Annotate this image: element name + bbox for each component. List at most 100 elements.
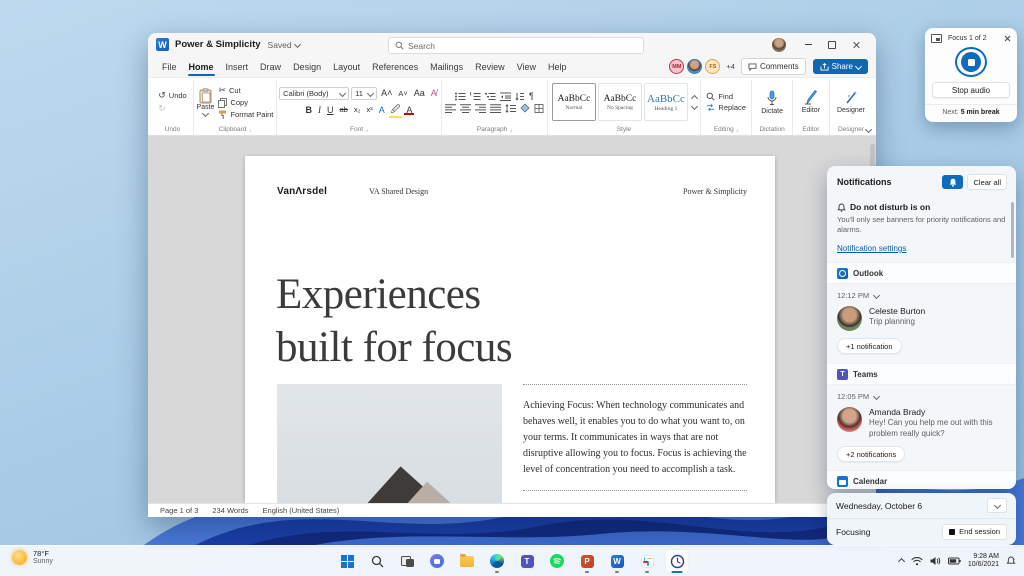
align-center-button[interactable]: [459, 104, 471, 113]
dialog-launcher-icon[interactable]: ⌟: [248, 126, 251, 133]
page-indicator[interactable]: Page 1 of 3: [160, 506, 198, 515]
change-case-button[interactable]: Aa: [412, 88, 427, 98]
undo-button[interactable]: ↺ Undo: [158, 90, 186, 101]
word-button[interactable]: W: [605, 549, 629, 573]
minimize-button[interactable]: [796, 36, 820, 54]
show-formatting-button[interactable]: ¶: [529, 91, 534, 101]
highlight-button[interactable]: 🖉: [389, 102, 403, 118]
outlook-time-row[interactable]: 12:12 PM: [827, 284, 1016, 300]
paste-button[interactable]: Paste: [197, 88, 214, 118]
dictate-button[interactable]: Dictate: [757, 90, 787, 115]
sort-button[interactable]: [515, 92, 525, 101]
align-left-button[interactable]: [444, 104, 456, 113]
chat-button[interactable]: [425, 549, 449, 573]
edge-button[interactable]: [485, 549, 509, 573]
cut-button[interactable]: ✂ Cut: [218, 85, 273, 96]
collaborator-badge[interactable]: MM: [669, 59, 685, 74]
pip-icon[interactable]: [931, 34, 942, 43]
notification-item[interactable]: Amanda Brady Hey! Can you help me out wi…: [827, 401, 1016, 439]
calendar-group-header[interactable]: Calendar: [827, 470, 1016, 489]
document-canvas[interactable]: VanΛrsdel VA Shared Design Power & Simpl…: [148, 136, 876, 503]
shading-button[interactable]: [520, 104, 530, 113]
tab-help[interactable]: Help: [542, 59, 573, 75]
share-button[interactable]: Share: [812, 59, 868, 74]
search-input[interactable]: Search: [388, 37, 644, 54]
account-avatar[interactable]: [772, 37, 786, 52]
doc-image[interactable]: [277, 384, 502, 503]
designer-button[interactable]: Designer: [833, 90, 869, 114]
volume-icon[interactable]: [930, 556, 941, 566]
style-no-spacing[interactable]: AaBbCc No Spacing: [597, 83, 642, 121]
underline-button[interactable]: U: [325, 105, 336, 115]
save-status-dropdown[interactable]: Saved: [268, 40, 301, 50]
redo-button[interactable]: ↻: [158, 103, 186, 114]
audio-stop-button[interactable]: [955, 47, 987, 78]
line-spacing-button[interactable]: [505, 104, 516, 113]
dialog-launcher-icon[interactable]: ⌟: [509, 126, 512, 133]
tray-overflow-chevron[interactable]: [897, 557, 905, 565]
clear-formatting-button[interactable]: A̸: [429, 88, 439, 98]
style-normal[interactable]: AaBbCc Normal: [551, 83, 596, 121]
expand-calendar-button[interactable]: [987, 498, 1007, 513]
collaborator-avatar[interactable]: [687, 59, 703, 74]
teams-time-row[interactable]: 12:05 PM: [827, 385, 1016, 401]
decrease-indent-button[interactable]: [500, 92, 512, 101]
find-button[interactable]: Find: [706, 92, 746, 101]
collaborator-badge[interactable]: FS: [705, 59, 721, 74]
file-explorer-button[interactable]: [455, 549, 479, 573]
multilevel-list-button[interactable]: [485, 92, 496, 101]
dialog-launcher-icon[interactable]: ⌟: [365, 126, 368, 133]
powerpoint-button[interactable]: P: [575, 549, 599, 573]
tab-insert[interactable]: Insert: [220, 59, 255, 75]
clock-app-button[interactable]: [665, 549, 689, 573]
tab-home[interactable]: Home: [183, 59, 220, 76]
text-effects-button[interactable]: A: [377, 105, 387, 115]
outlook-group-header[interactable]: Outlook: [827, 262, 1016, 284]
comments-button[interactable]: Comments: [740, 58, 806, 75]
teams-button[interactable]: T: [515, 549, 539, 573]
tab-mailings[interactable]: Mailings: [424, 59, 469, 75]
battery-icon[interactable]: [947, 557, 961, 565]
style-gallery-down[interactable]: [690, 102, 698, 110]
tab-file[interactable]: File: [156, 59, 183, 75]
panel-scrollbar[interactable]: [1011, 202, 1014, 258]
clear-all-button[interactable]: Clear all: [967, 174, 1007, 190]
tab-view[interactable]: View: [511, 59, 542, 75]
tab-design[interactable]: Design: [287, 59, 327, 75]
subscript-button[interactable]: x₂: [352, 105, 363, 114]
font-color-button[interactable]: A: [404, 105, 414, 115]
tab-layout[interactable]: Layout: [327, 59, 366, 75]
taskbar-search-button[interactable]: [365, 549, 389, 573]
font-size-select[interactable]: 11: [351, 86, 378, 100]
italic-button[interactable]: I: [316, 105, 323, 115]
word-count[interactable]: 234 Words: [212, 506, 248, 515]
notification-item[interactable]: Celeste Burton Trip planning: [827, 300, 1016, 331]
superscript-button[interactable]: x²: [365, 105, 375, 114]
dialog-launcher-icon[interactable]: ⌟: [736, 126, 739, 133]
do-not-disturb-toggle[interactable]: [942, 175, 964, 189]
tab-review[interactable]: Review: [469, 59, 511, 75]
teams-group-header[interactable]: T Teams: [827, 363, 1016, 385]
end-session-button[interactable]: End session: [942, 523, 1007, 540]
copy-button[interactable]: Copy: [218, 97, 273, 108]
numbered-list-button[interactable]: [470, 91, 481, 101]
close-button[interactable]: [844, 36, 868, 54]
tab-draw[interactable]: Draw: [254, 59, 287, 75]
maximize-button[interactable]: [820, 36, 844, 54]
language-indicator[interactable]: English (United States): [263, 506, 340, 515]
bullet-list-button[interactable]: [455, 92, 466, 101]
document-page[interactable]: VanΛrsdel VA Shared Design Power & Simpl…: [245, 156, 775, 503]
more-notifications-pill[interactable]: +2 notifications: [837, 446, 906, 462]
font-family-select[interactable]: Calibri (Body): [279, 86, 350, 100]
close-icon[interactable]: [1004, 35, 1011, 42]
borders-button[interactable]: [534, 104, 544, 113]
bold-button[interactable]: B: [304, 105, 315, 115]
style-gallery-up[interactable]: [690, 94, 698, 102]
tab-references[interactable]: References: [366, 59, 424, 75]
shrink-font-button[interactable]: A˅: [396, 89, 409, 98]
notification-settings-link[interactable]: Notification settings: [837, 244, 1006, 253]
tray-clock[interactable]: 9:28 AM 10/6/2021: [968, 553, 999, 570]
task-view-button[interactable]: [395, 549, 419, 573]
format-painter-button[interactable]: Format Paint: [218, 110, 273, 120]
notification-bell-icon[interactable]: [1006, 556, 1016, 566]
